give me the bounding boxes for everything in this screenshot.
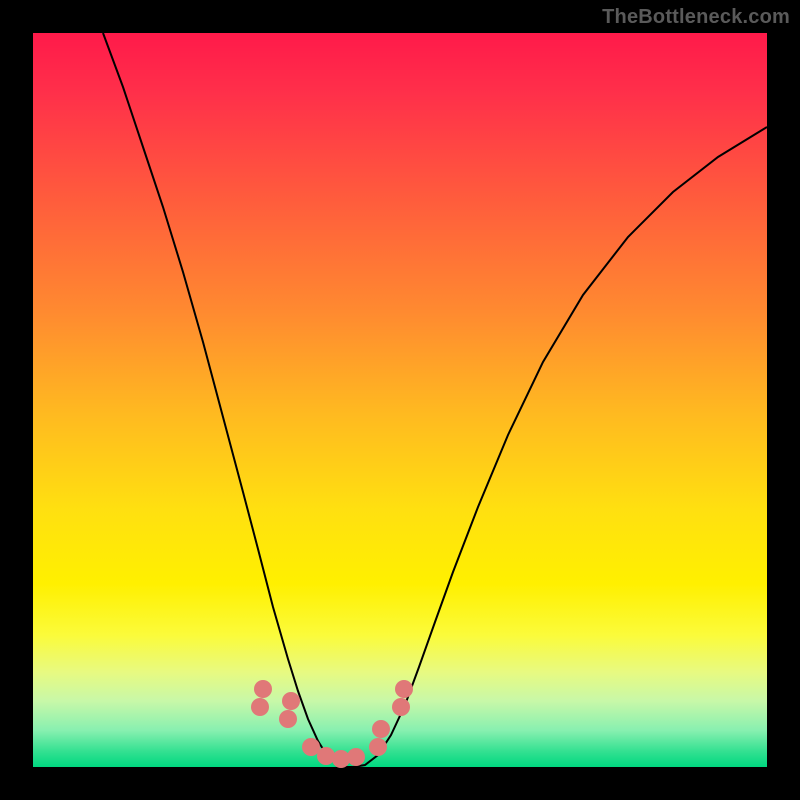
bottleneck-curve: [103, 33, 767, 767]
curve-markers: [251, 680, 413, 768]
curve-marker: [317, 747, 335, 765]
curve-marker: [282, 692, 300, 710]
watermark-text: TheBottleneck.com: [602, 6, 790, 29]
curve-marker: [372, 720, 390, 738]
chart-container: TheBottleneck.com: [0, 0, 800, 800]
curve-marker: [254, 680, 272, 698]
curve-marker: [395, 680, 413, 698]
curve-marker: [279, 710, 297, 728]
curve-marker: [369, 738, 387, 756]
curve-marker: [392, 698, 410, 716]
curve-marker: [251, 698, 269, 716]
curve-marker: [302, 738, 320, 756]
chart-svg: [33, 33, 767, 767]
curve-marker: [347, 748, 365, 766]
